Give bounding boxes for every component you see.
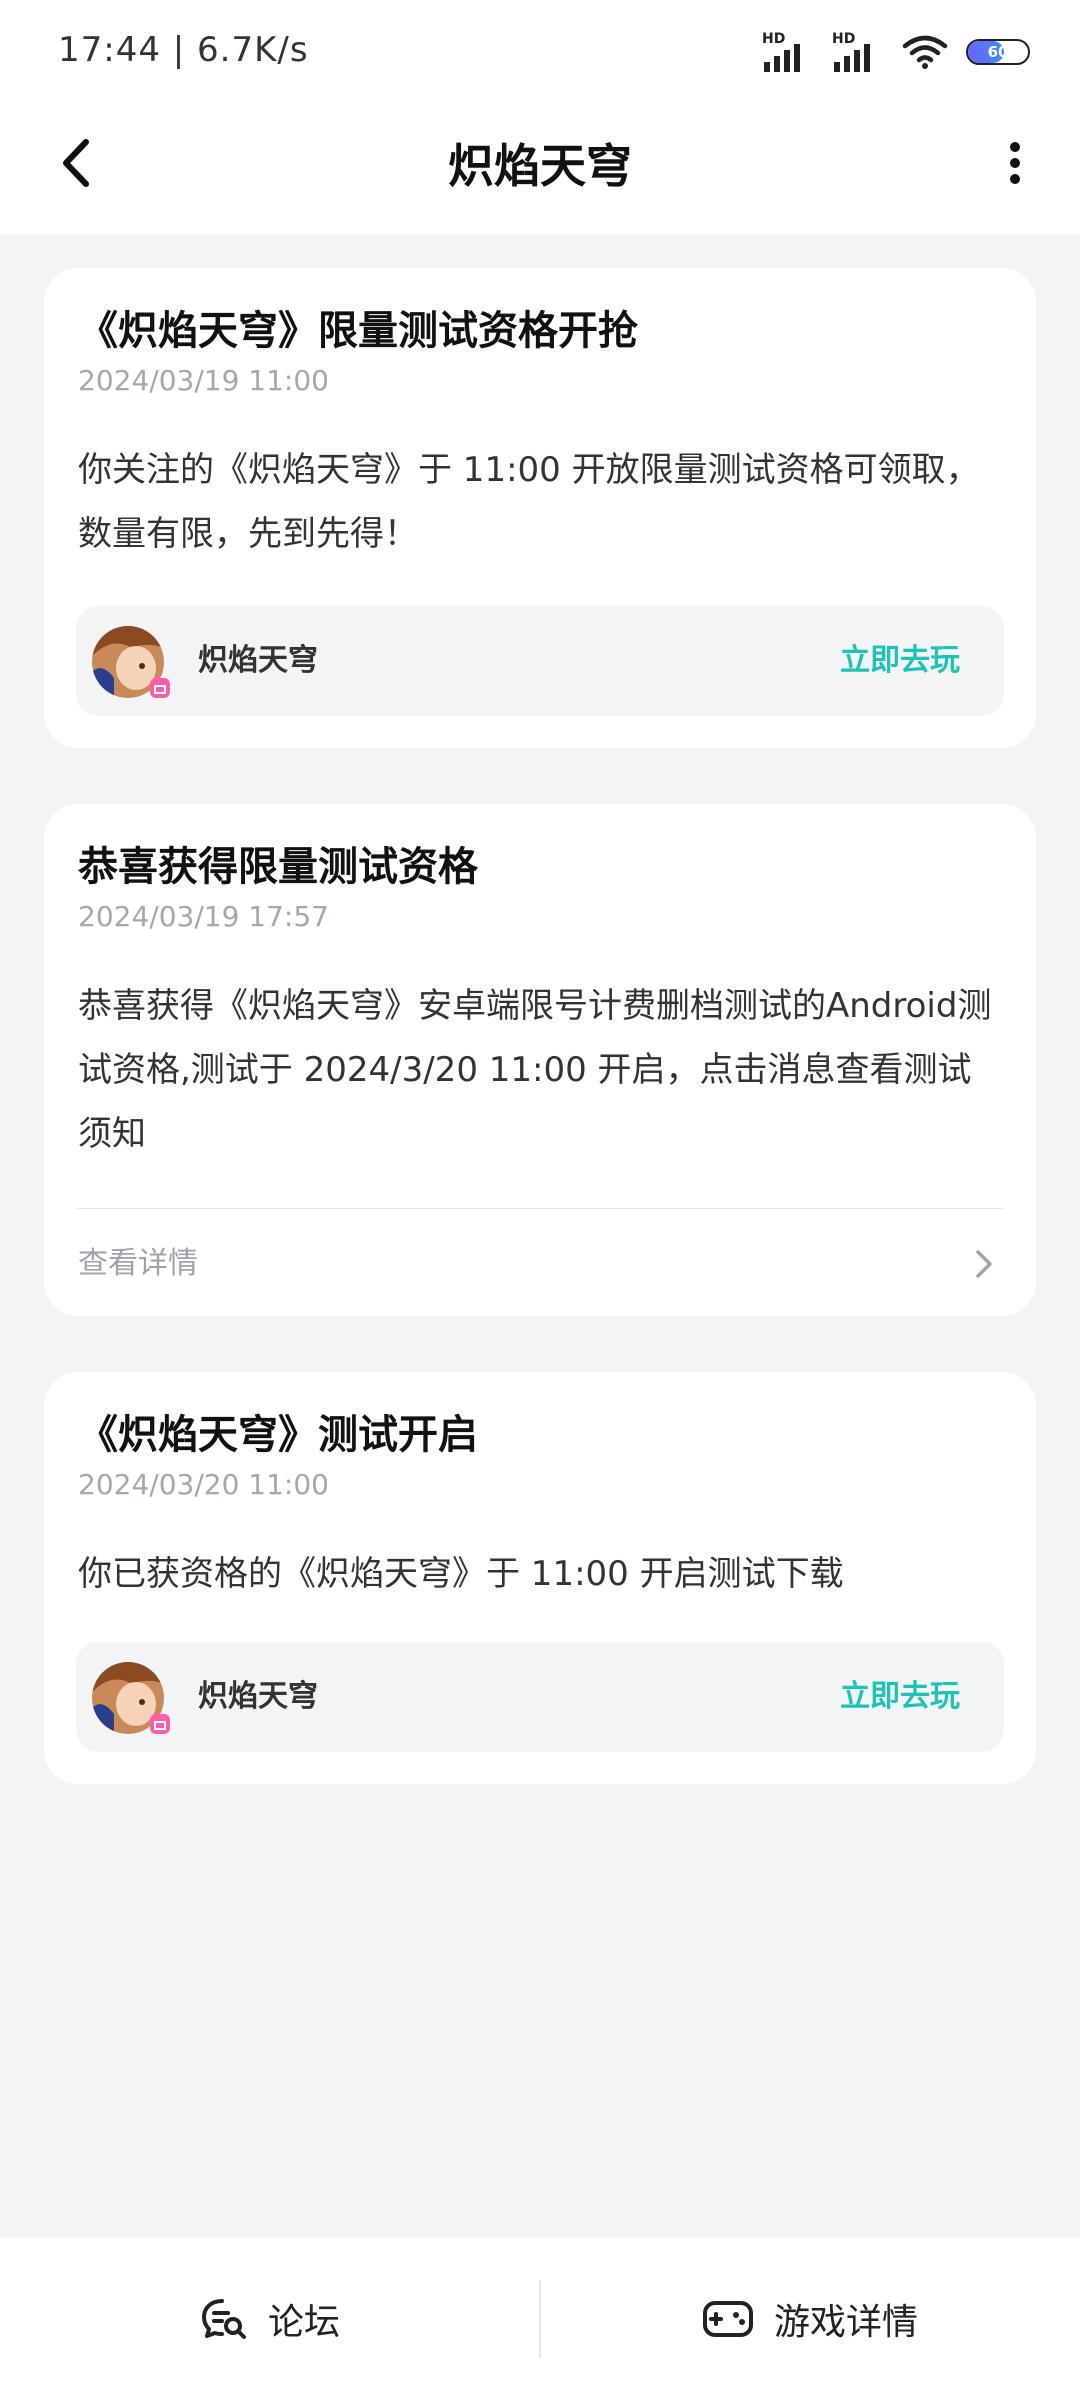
status-time: 17:44 | 6.7K/s: [58, 30, 309, 70]
message-time: 2024/03/19 11:00: [78, 364, 329, 397]
message-time: 2024/03/19 17:57: [78, 900, 329, 933]
gamepad-icon: [702, 2301, 753, 2337]
bottom-bar: 论坛 游戏详情: [0, 2238, 1080, 2400]
message-card[interactable]: 恭喜获得限量测试资格 2024/03/19 17:57 恭喜获得《炽焰天穹》安卓…: [44, 804, 1036, 1316]
message-title: 《炽焰天穹》限量测试资格开抢: [78, 308, 638, 354]
game-name: 炽焰天穹: [198, 643, 318, 678]
game-row[interactable]: 炽焰天穹 立即去玩: [76, 1642, 1004, 1752]
divider: [76, 1208, 1004, 1209]
game-detail-tab[interactable]: 游戏详情: [540, 2238, 1080, 2400]
status-bar: 17:44 | 6.7K/s HD HD 60: [0, 0, 1080, 100]
message-body: 你已获资格的《炽焰天穹》于 11:00 开启测试下载: [78, 1554, 844, 1594]
view-details-link[interactable]: 查看详情: [78, 1224, 1002, 1304]
status-icons: HD HD 60: [762, 30, 1030, 74]
message-card[interactable]: 《炽焰天穹》限量测试资格开抢 2024/03/19 11:00 你关注的《炽焰天…: [44, 268, 1036, 748]
play-now-button[interactable]: 立即去玩: [840, 1642, 960, 1752]
page-title: 炽焰天穹: [448, 139, 632, 193]
game-name: 炽焰天穹: [198, 1679, 318, 1714]
forum-tab[interactable]: 论坛: [0, 2238, 540, 2400]
battery-icon: 60: [966, 39, 1030, 65]
chat-search-icon: [201, 2299, 246, 2339]
signal-icon: HD: [762, 32, 814, 72]
game-avatar-icon: [92, 1662, 170, 1734]
more-button[interactable]: [980, 128, 1050, 198]
message-title: 恭喜获得限量测试资格: [78, 844, 478, 890]
chevron-right-icon: [976, 1250, 992, 1278]
game-detail-label: 游戏详情: [773, 2302, 918, 2343]
view-details-label: 查看详情: [78, 1246, 198, 1281]
more-vertical-icon: [1010, 142, 1020, 184]
game-avatar-icon: [92, 626, 170, 698]
message-body: 你关注的《炽焰天穹》于 11:00 开放限量测试资格可领取，数量有限，先到先得！: [78, 450, 980, 554]
nav-bar: 炽焰天穹: [0, 100, 1080, 234]
message-body: 恭喜获得《炽焰天穹》安卓端限号计费删档测试的Android测试资格,测试于 20…: [78, 986, 992, 1154]
message-card[interactable]: 《炽焰天穹》测试开启 2024/03/20 11:00 你已获资格的《炽焰天穹》…: [44, 1372, 1036, 1784]
message-title: 《炽焰天穹》测试开启: [78, 1412, 478, 1458]
game-row[interactable]: 炽焰天穹 立即去玩: [76, 606, 1004, 716]
message-time: 2024/03/20 11:00: [78, 1468, 329, 1501]
wifi-icon: [902, 35, 948, 69]
battery-level: 60: [987, 43, 1009, 61]
signal-icon: HD: [832, 32, 884, 72]
forum-label: 论坛: [267, 2302, 340, 2343]
play-now-button[interactable]: 立即去玩: [840, 606, 960, 716]
